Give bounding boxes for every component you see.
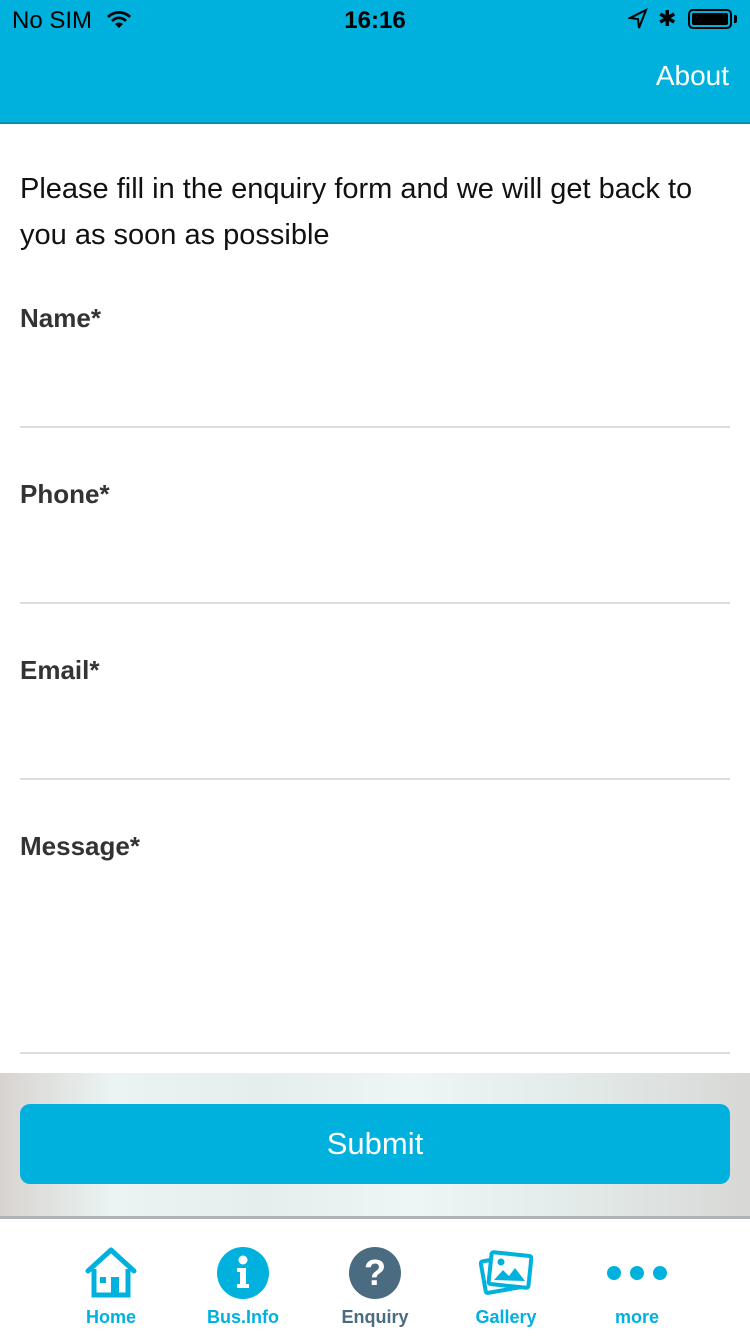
submit-button[interactable]: Submit [20, 1104, 730, 1184]
tab-home-label: Home [85, 1307, 136, 1327]
tab-bus-info[interactable]: Bus.Info [178, 1219, 308, 1337]
status-bar: No SIM 16:16 ✱ [0, 0, 750, 40]
tab-enquiry-label: Enquiry [341, 1307, 409, 1327]
email-label: Email* [20, 655, 100, 685]
svg-text:?: ? [364, 1252, 386, 1293]
tab-more[interactable]: more [572, 1219, 702, 1337]
name-field[interactable] [20, 370, 730, 428]
phone-field[interactable] [20, 546, 730, 604]
tab-more-label: more [614, 1307, 659, 1327]
location-icon [626, 7, 648, 37]
about-link[interactable]: About [656, 60, 729, 92]
tab-bar: Home Bus.Info ? Enquiry Gallery more [0, 1216, 750, 1337]
app-header: No SIM 16:16 ✱ About [0, 0, 750, 124]
tab-home[interactable]: Home [46, 1219, 176, 1337]
question-icon: ? [310, 1245, 440, 1301]
tab-bus-info-label: Bus.Info [207, 1307, 279, 1327]
message-field[interactable] [20, 880, 730, 1054]
more-icon [572, 1245, 702, 1301]
email-field[interactable] [20, 722, 730, 780]
battery-tip [734, 15, 737, 23]
phone-label: Phone* [20, 479, 110, 509]
gallery-icon [441, 1245, 571, 1301]
bluetooth-icon: ✱ [658, 6, 677, 31]
intro-text: Please fill in the enquiry form and we w… [20, 173, 693, 251]
info-icon [178, 1245, 308, 1301]
tab-gallery[interactable]: Gallery [441, 1219, 571, 1337]
battery-icon [688, 9, 732, 29]
tab-enquiry[interactable]: ? Enquiry [310, 1219, 440, 1337]
home-icon [46, 1245, 176, 1301]
tab-gallery-label: Gallery [475, 1307, 537, 1327]
name-label: Name* [20, 303, 101, 333]
message-label: Message* [20, 831, 140, 861]
